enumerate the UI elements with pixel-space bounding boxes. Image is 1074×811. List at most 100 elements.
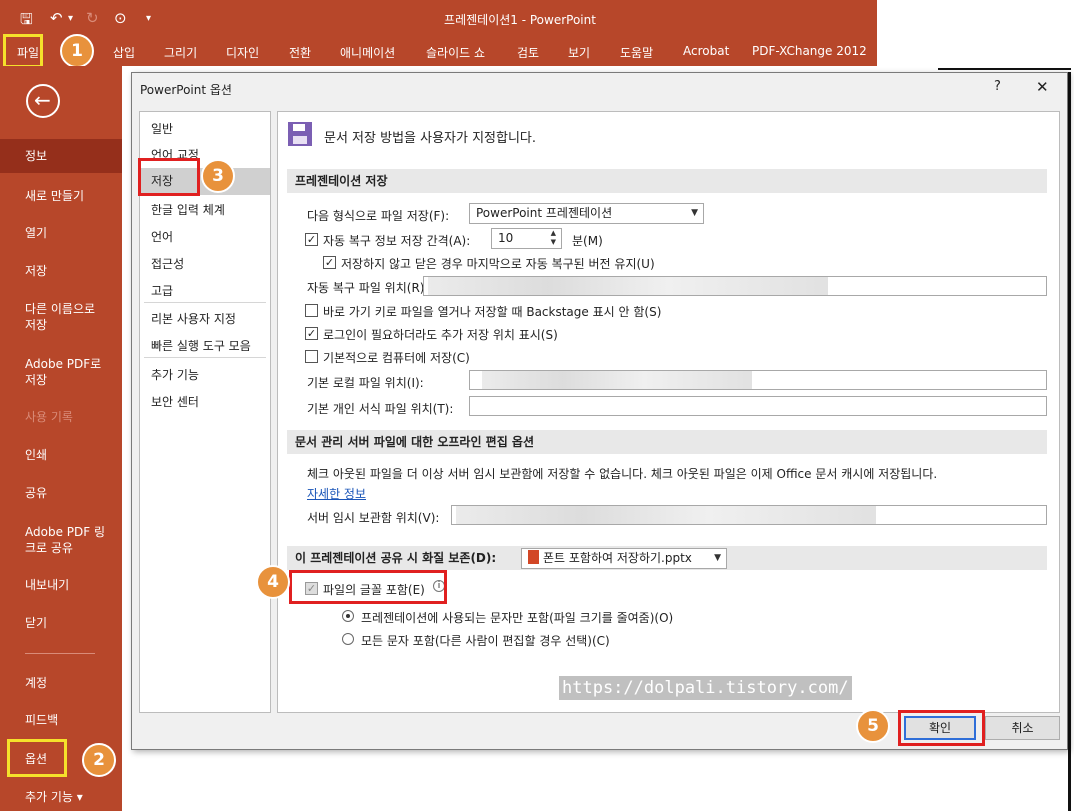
backstage-item-close[interactable]: 닫기 <box>25 615 47 631</box>
autorecover-location-field[interactable] <box>423 276 1047 296</box>
tab-animations[interactable]: 애니메이션 <box>340 44 395 61</box>
back-arrow-icon: ← <box>34 88 51 112</box>
save-to-computer-checkbox[interactable] <box>305 350 318 363</box>
options-dialog: PowerPoint 옵션 ? ✕ 일반 언어 교정 저장 한글 입력 체계 언… <box>131 72 1068 750</box>
chevron-down-icon: ▼ <box>691 208 698 218</box>
close-button[interactable]: ✕ <box>1036 78 1049 96</box>
backstage-item-saveas[interactable]: 다른 이름으로 저장 <box>25 301 95 333</box>
step-badge-3: 3 <box>201 159 235 193</box>
tab-review[interactable]: 검토 <box>517 44 539 61</box>
tab-transitions[interactable]: 전환 <box>289 44 311 61</box>
chevron-down-icon: ▼ <box>714 553 721 563</box>
help-button[interactable]: ? <box>994 79 1001 94</box>
save-options-panel: 문서 저장 방법을 사용자가 지정합니다. 프레젠테이션 저장 다음 형식으로 … <box>277 111 1060 713</box>
show-extra-locations-label: 로그인이 필요하더라도 추가 저장 위치 표시(S) <box>323 328 558 342</box>
category-korean-input[interactable]: 한글 입력 체계 <box>151 201 225 218</box>
backstage-item-print[interactable]: 인쇄 <box>25 447 47 463</box>
backstage-item-feedback[interactable]: 피드백 <box>25 712 58 728</box>
panel-header: 문서 저장 방법을 사용자가 지정합니다. <box>324 131 537 146</box>
no-backstage-checkbox[interactable] <box>305 304 318 317</box>
default-local-field[interactable] <box>469 370 1047 390</box>
format-select[interactable]: PowerPoint 프레젠테이션 ▼ <box>469 203 704 224</box>
default-template-label: 기본 개인 서식 파일 위치(T): <box>307 402 454 416</box>
tab-design[interactable]: 디자인 <box>226 44 259 61</box>
section-offline-editing: 문서 관리 서버 파일에 대한 오프라인 편집 옵션 <box>287 430 1047 454</box>
backstage-item-new[interactable]: 새로 만들기 <box>25 188 84 204</box>
category-general[interactable]: 일반 <box>151 120 173 137</box>
category-divider <box>144 357 266 358</box>
category-trust-center[interactable]: 보안 센터 <box>151 393 199 410</box>
offline-info-text: 체크 아웃된 파일을 더 이상 서버 임시 보관함에 저장할 수 없습니다. 체… <box>307 467 938 481</box>
backstage-item-history: 사용 기록 <box>25 410 73 424</box>
highlight-save-category <box>138 158 200 196</box>
cancel-button[interactable]: 취소 <box>985 716 1060 740</box>
category-quick-access[interactable]: 빠른 실행 도구 모음 <box>151 337 251 354</box>
embed-all-radio[interactable] <box>342 633 354 645</box>
step-badge-5: 5 <box>856 709 890 743</box>
ribbon-tabs: 파일 삽입 그리기 디자인 전환 애니메이션 슬라이드 쇼 검토 보기 도움말 … <box>0 38 877 66</box>
tab-pdfxchange[interactable]: PDF-XChange 2012 <box>752 44 867 58</box>
category-advanced[interactable]: 고급 <box>151 282 173 299</box>
backstage-divider <box>25 653 95 654</box>
highlight-options <box>7 739 67 777</box>
blurred-path <box>482 371 752 389</box>
tab-acrobat[interactable]: Acrobat <box>683 44 729 58</box>
server-drafts-field[interactable] <box>451 505 1047 525</box>
tab-slideshow[interactable]: 슬라이드 쇼 <box>426 44 485 61</box>
backstage-nav: ← 정보 새로 만들기 열기 저장 다른 이름으로 저장 Adobe PDF로 저장… <box>0 66 122 811</box>
step-badge-2: 2 <box>82 743 116 777</box>
dialog-title: PowerPoint 옵션 <box>140 83 232 97</box>
watermark: https://dolpali.tistory.com/ <box>559 676 852 700</box>
back-button[interactable]: ← <box>26 84 60 118</box>
fidelity-file-select[interactable]: 폰트 포함하여 저장하기.pptx ▼ <box>521 548 727 569</box>
default-template-field[interactable] <box>469 396 1047 416</box>
backstage-item-share[interactable]: 공유 <box>25 485 47 501</box>
step-badge-4: 4 <box>256 565 290 599</box>
category-customize-ribbon[interactable]: 리본 사용자 지정 <box>151 310 236 327</box>
ribbon: 🖫 ↶ ▾ ↻ ⊙ ▾ 프레젠테이션1 - PowerPoint 파일 삽입 그… <box>0 0 877 66</box>
more-info-link[interactable]: 자세한 정보 <box>307 485 366 502</box>
embed-all-label: 모든 문자 포함(다른 사람이 편집할 경우 선택)(C) <box>361 634 610 648</box>
category-divider <box>144 302 266 303</box>
tab-view[interactable]: 보기 <box>568 44 590 61</box>
backstage-item-export[interactable]: 내보내기 <box>25 577 69 593</box>
blurred-path <box>456 506 876 524</box>
save-icon <box>288 122 312 146</box>
category-addins[interactable]: 추가 기능 <box>151 366 199 383</box>
blurred-path <box>428 277 828 295</box>
save-to-computer-label: 기본적으로 컴퓨터에 저장(C) <box>323 351 470 365</box>
backstage-item-save-adobe[interactable]: Adobe PDF로 저장 <box>25 356 101 388</box>
format-label: 다음 형식으로 파일 저장(F): <box>307 209 450 223</box>
show-extra-locations-checkbox[interactable]: ✓ <box>305 327 318 340</box>
tab-help[interactable]: 도움말 <box>620 44 653 61</box>
keep-last-label: 저장하지 않고 닫은 경우 마지막으로 자동 복구된 버전 유지(U) <box>341 257 655 271</box>
highlight-file-tab <box>3 34 43 68</box>
autorecover-location-label: 자동 복구 파일 위치(R): <box>307 281 429 295</box>
embed-only-used-radio[interactable] <box>342 610 354 622</box>
window-title: 프레젠테이션1 - PowerPoint <box>444 13 596 27</box>
server-drafts-label: 서버 임시 보관함 위치(V): <box>307 511 440 525</box>
embed-only-used-label: 프레젠테이션에 사용되는 문자만 포함(파일 크기를 줄여줌)(O) <box>361 611 674 625</box>
backstage-item-info[interactable]: 정보 <box>0 139 122 173</box>
tab-draw[interactable]: 그리기 <box>164 44 197 61</box>
tab-insert[interactable]: 삽입 <box>113 44 135 61</box>
backstage-item-open[interactable]: 열기 <box>25 225 47 241</box>
category-accessibility[interactable]: 접근성 <box>151 255 184 272</box>
backstage-item-addins[interactable]: 추가 기능 ▾ <box>25 789 83 805</box>
no-backstage-label: 바로 가기 키로 파일을 열거나 저장할 때 Backstage 표시 안 함(… <box>323 305 662 319</box>
backstage-item-adobe-link[interactable]: Adobe PDF 링 크로 공유 <box>25 524 105 556</box>
keep-last-checkbox[interactable]: ✓ <box>323 256 336 269</box>
autorecover-checkbox[interactable]: ✓ <box>305 233 318 246</box>
window-edge-right <box>1068 72 1071 811</box>
backstage-item-save[interactable]: 저장 <box>25 263 47 279</box>
autorecover-label: 자동 복구 정보 저장 간격(A): <box>323 234 471 248</box>
highlight-ok-button <box>898 710 985 746</box>
default-local-label: 기본 로컬 파일 위치(I): <box>307 376 424 390</box>
section-presentation-save: 프레젠테이션 저장 <box>287 169 1047 193</box>
category-language[interactable]: 언어 <box>151 228 173 245</box>
pptx-file-icon <box>528 550 539 564</box>
category-list: 일반 언어 교정 저장 한글 입력 체계 언어 접근성 고급 리본 사용자 지정… <box>139 111 271 713</box>
spinner-arrows-icon[interactable]: ▲ ▼ <box>551 229 556 247</box>
autorecover-spinner[interactable]: 10 ▲ ▼ <box>491 228 562 249</box>
backstage-item-account[interactable]: 계정 <box>25 675 47 691</box>
